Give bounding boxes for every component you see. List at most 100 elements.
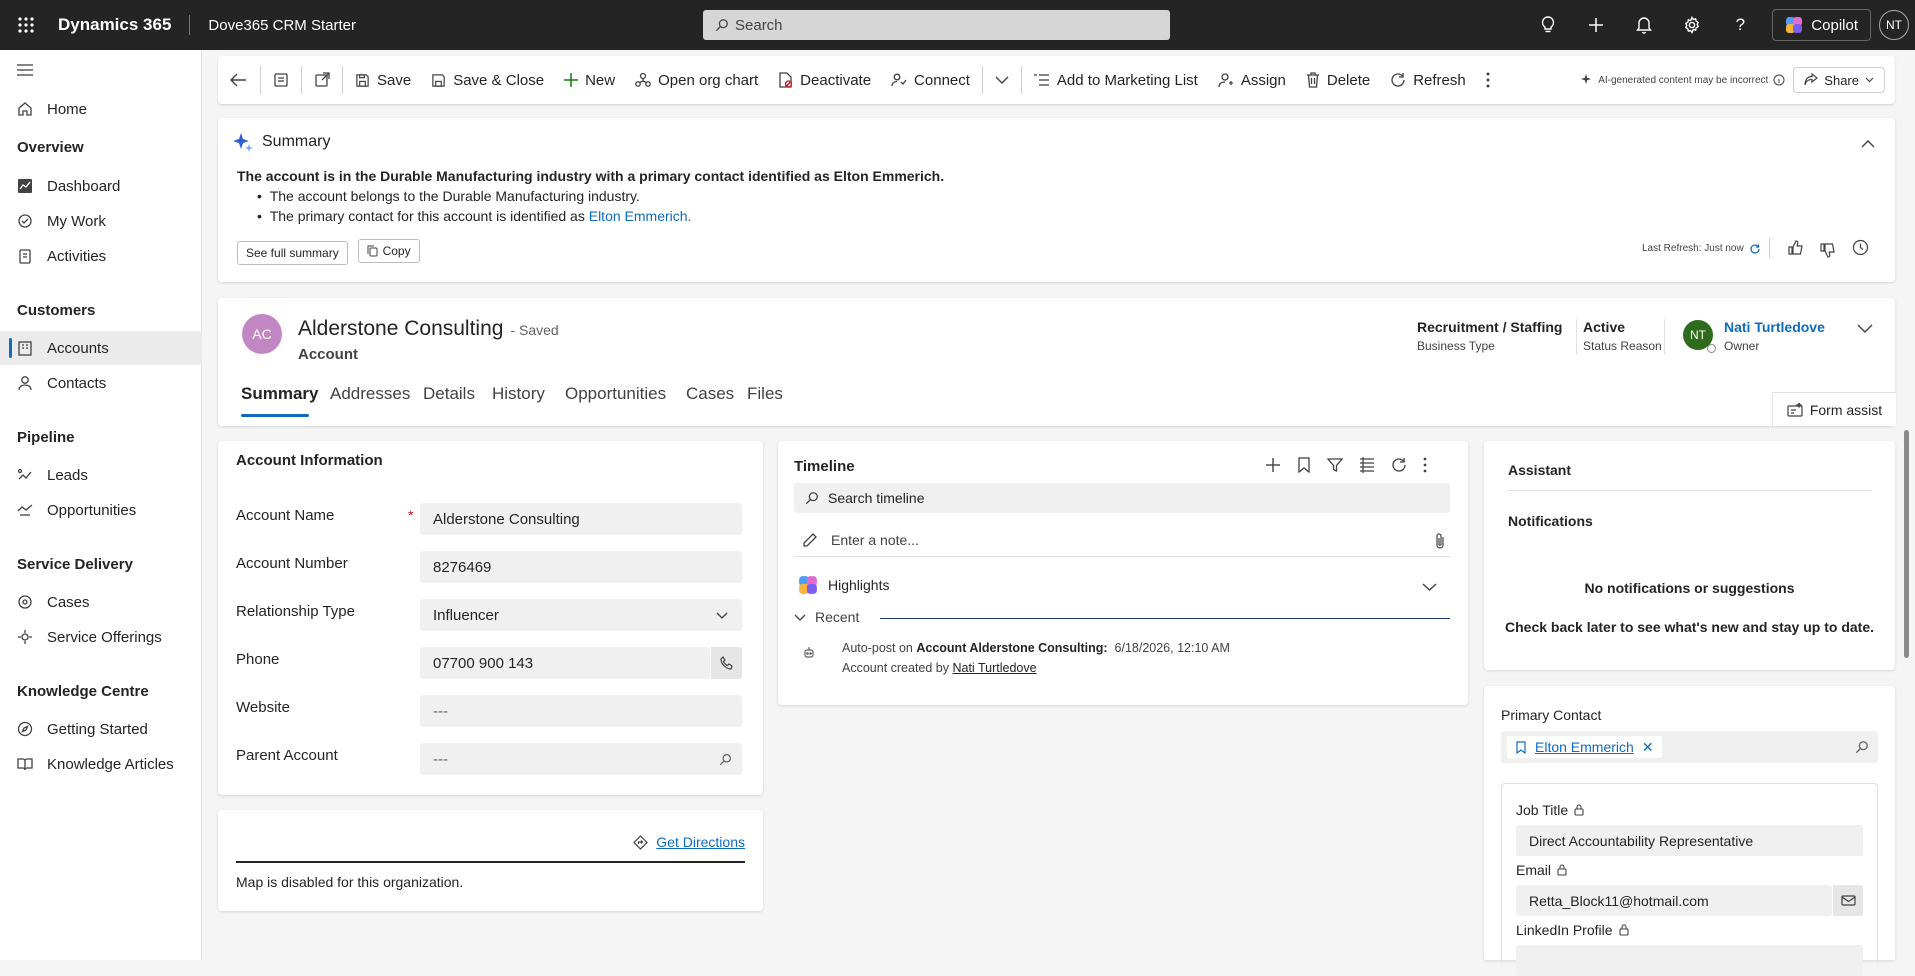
sidebar-item-activities[interactable]: Activities bbox=[0, 239, 202, 273]
copilot-button[interactable]: Copilot bbox=[1772, 9, 1871, 41]
chevron-up-icon[interactable] bbox=[1861, 140, 1875, 148]
note-input[interactable]: Enter a note... bbox=[794, 523, 1450, 557]
email-label: Email bbox=[1516, 862, 1567, 878]
sidebar-item-leads[interactable]: Leads bbox=[0, 458, 202, 492]
primary-contact-link[interactable]: Elton Emmerich. bbox=[589, 208, 692, 224]
save-button[interactable]: Save bbox=[345, 56, 421, 104]
open-org-chart-button[interactable]: Open org chart bbox=[625, 56, 768, 104]
sidebar-item-knowledge-articles[interactable]: Knowledge Articles bbox=[0, 747, 202, 781]
new-label: New bbox=[585, 71, 616, 89]
user-avatar[interactable]: NT bbox=[1879, 10, 1909, 40]
add-to-marketing-list-button[interactable]: Add to Marketing List bbox=[1024, 56, 1208, 104]
help-icon[interactable]: ? bbox=[1716, 0, 1764, 50]
sidebar-item-contacts[interactable]: Contacts bbox=[0, 366, 202, 400]
brand-title[interactable]: Dynamics 365 bbox=[58, 15, 171, 35]
contact-quick-view: Job Title Direct Accountability Represen… bbox=[1501, 783, 1878, 976]
assign-button[interactable]: Assign bbox=[1208, 56, 1296, 104]
sidebar-item-dashboard[interactable]: Dashboard bbox=[0, 169, 202, 203]
app-launcher-icon[interactable] bbox=[0, 0, 52, 50]
new-button[interactable]: New bbox=[554, 56, 625, 104]
relationship-type-select[interactable]: Influencer bbox=[420, 599, 742, 631]
section-title: Account Information bbox=[236, 452, 383, 469]
more-commands-dropdown[interactable] bbox=[985, 56, 1019, 104]
plus-icon[interactable] bbox=[1265, 457, 1281, 473]
tab-history[interactable]: History bbox=[492, 384, 545, 404]
lightbulb-icon[interactable] bbox=[1524, 0, 1572, 50]
tab-cases[interactable]: Cases bbox=[686, 384, 734, 404]
filter-icon[interactable] bbox=[1327, 457, 1343, 473]
parent-account-lookup[interactable]: --- bbox=[420, 743, 742, 775]
more-vertical-icon[interactable] bbox=[1423, 457, 1427, 473]
more-options-button[interactable] bbox=[1476, 56, 1500, 104]
primary-contact-tag[interactable]: Elton Emmerich ✕ bbox=[1507, 736, 1662, 758]
hamburger-icon[interactable] bbox=[17, 64, 33, 76]
sidebar-item-opportunities[interactable]: Opportunities bbox=[0, 493, 202, 527]
search-placeholder: Search bbox=[735, 16, 783, 34]
thumbs-up-icon[interactable] bbox=[1788, 240, 1804, 256]
deactivate-button[interactable]: Deactivate bbox=[768, 56, 881, 104]
call-button[interactable] bbox=[711, 647, 742, 679]
sidebar-item-home[interactable]: Home bbox=[0, 92, 202, 126]
sidebar-item-label: Leads bbox=[47, 466, 88, 484]
primary-contact-name[interactable]: Elton Emmerich bbox=[1535, 739, 1634, 755]
account-name-input[interactable]: Alderstone Consulting bbox=[420, 503, 742, 535]
thumbs-down-icon[interactable] bbox=[1820, 242, 1836, 258]
share-button[interactable]: Share bbox=[1793, 67, 1885, 93]
send-email-button[interactable] bbox=[1833, 885, 1863, 916]
website-input[interactable]: --- bbox=[420, 695, 742, 727]
sidebar-item-label: Home bbox=[47, 100, 88, 118]
account-avatar: AC bbox=[242, 314, 282, 354]
copy-icon bbox=[367, 245, 378, 257]
search-icon[interactable] bbox=[1855, 740, 1869, 754]
tab-summary[interactable]: Summary bbox=[241, 384, 318, 404]
connect-button[interactable]: Connect bbox=[881, 56, 980, 104]
account-number-input[interactable]: 8276469 bbox=[420, 551, 742, 583]
chevron-down-icon[interactable] bbox=[1422, 583, 1437, 591]
refresh-icon[interactable] bbox=[1750, 243, 1760, 254]
remove-icon[interactable]: ✕ bbox=[1642, 739, 1654, 756]
tab-details[interactable]: Details bbox=[423, 384, 475, 404]
delete-button[interactable]: Delete bbox=[1296, 56, 1380, 104]
sidebar-item-service-offerings[interactable]: Service Offerings bbox=[0, 620, 202, 654]
owner-link[interactable]: Nati Turtledove bbox=[1724, 319, 1825, 335]
see-full-summary-button[interactable]: See full summary bbox=[237, 241, 348, 265]
bell-icon[interactable] bbox=[1620, 0, 1668, 50]
refresh-button[interactable]: Refresh bbox=[1380, 56, 1476, 104]
list-icon[interactable] bbox=[1359, 457, 1375, 473]
attachment-icon[interactable] bbox=[1435, 533, 1445, 549]
highlights-header[interactable]: Highlights bbox=[798, 575, 889, 595]
history-sparkle-icon[interactable] bbox=[1852, 239, 1869, 256]
chevron-down-icon[interactable] bbox=[1857, 324, 1873, 333]
plus-icon[interactable] bbox=[1572, 0, 1620, 50]
sidebar-item-getting-started[interactable]: Getting Started bbox=[0, 712, 202, 746]
get-directions-link[interactable]: Get Directions bbox=[633, 834, 745, 850]
tab-files[interactable]: Files bbox=[747, 384, 783, 404]
global-search-input[interactable]: Search bbox=[703, 10, 1170, 40]
timeline-search-input[interactable]: Search timeline bbox=[794, 483, 1450, 513]
open-new-window-button[interactable] bbox=[304, 56, 340, 104]
assign-icon bbox=[1218, 73, 1233, 88]
gear-icon[interactable] bbox=[1668, 0, 1716, 50]
more-vertical-icon bbox=[1486, 72, 1490, 88]
refresh-icon[interactable] bbox=[1391, 457, 1407, 473]
timeline-post[interactable]: Auto-post on Account Alderstone Consulti… bbox=[842, 641, 1230, 655]
app-name[interactable]: Dove365 CRM Starter bbox=[208, 17, 356, 34]
back-button[interactable] bbox=[218, 56, 258, 104]
bookmark-icon[interactable] bbox=[1297, 457, 1311, 473]
form-assist-button[interactable]: Form assist bbox=[1772, 392, 1896, 426]
sidebar-item-cases[interactable]: Cases bbox=[0, 585, 202, 619]
copy-button[interactable]: Copy bbox=[357, 239, 420, 263]
form-view-button[interactable] bbox=[263, 56, 299, 104]
created-by-link[interactable]: Nati Turtledove bbox=[952, 661, 1036, 675]
info-icon[interactable] bbox=[1773, 74, 1785, 86]
tab-addresses[interactable]: Addresses bbox=[330, 384, 410, 404]
tab-opportunities[interactable]: Opportunities bbox=[565, 384, 666, 404]
recent-group-header[interactable]: Recent bbox=[794, 609, 859, 625]
recent-divider bbox=[880, 618, 1450, 619]
sidebar-item-label: Contacts bbox=[47, 374, 107, 392]
sidebar-item-my-work[interactable]: My Work bbox=[0, 204, 202, 238]
sidebar-item-accounts[interactable]: Accounts bbox=[0, 331, 202, 365]
save-close-button[interactable]: Save & Close bbox=[421, 56, 554, 104]
scrollbar-thumb[interactable] bbox=[1904, 430, 1909, 658]
phone-input[interactable]: 07700 900 143 bbox=[420, 647, 710, 679]
